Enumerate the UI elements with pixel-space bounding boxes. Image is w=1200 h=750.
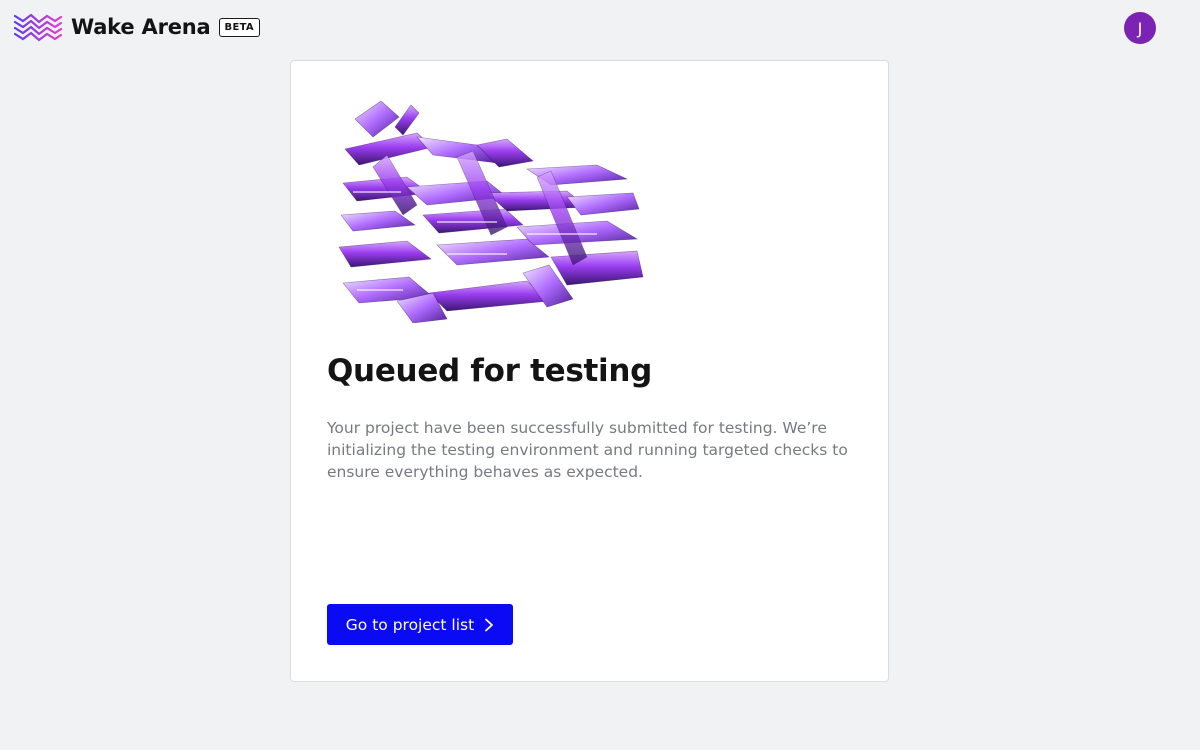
page-title: Queued for testing bbox=[327, 353, 652, 389]
go-to-project-list-label: Go to project list bbox=[345, 615, 475, 634]
avatar[interactable]: J bbox=[1124, 12, 1156, 44]
chevron-right-icon bbox=[485, 618, 494, 631]
avatar-initial: J bbox=[1137, 18, 1143, 38]
wave-logo-icon bbox=[13, 13, 63, 42]
brand[interactable]: Wake Arena BETA bbox=[13, 12, 260, 42]
top-bar: Wake Arena BETA J bbox=[0, 0, 1200, 56]
go-to-project-list-button[interactable]: Go to project list bbox=[327, 604, 513, 645]
app-name: Wake Arena bbox=[71, 15, 211, 39]
status-card: Queued for testing Your project have bee… bbox=[290, 60, 889, 682]
beta-badge: BETA bbox=[218, 17, 260, 37]
status-description: Your project have been successfully subm… bbox=[327, 419, 848, 481]
crystal-blocks-illustration bbox=[338, 100, 644, 323]
